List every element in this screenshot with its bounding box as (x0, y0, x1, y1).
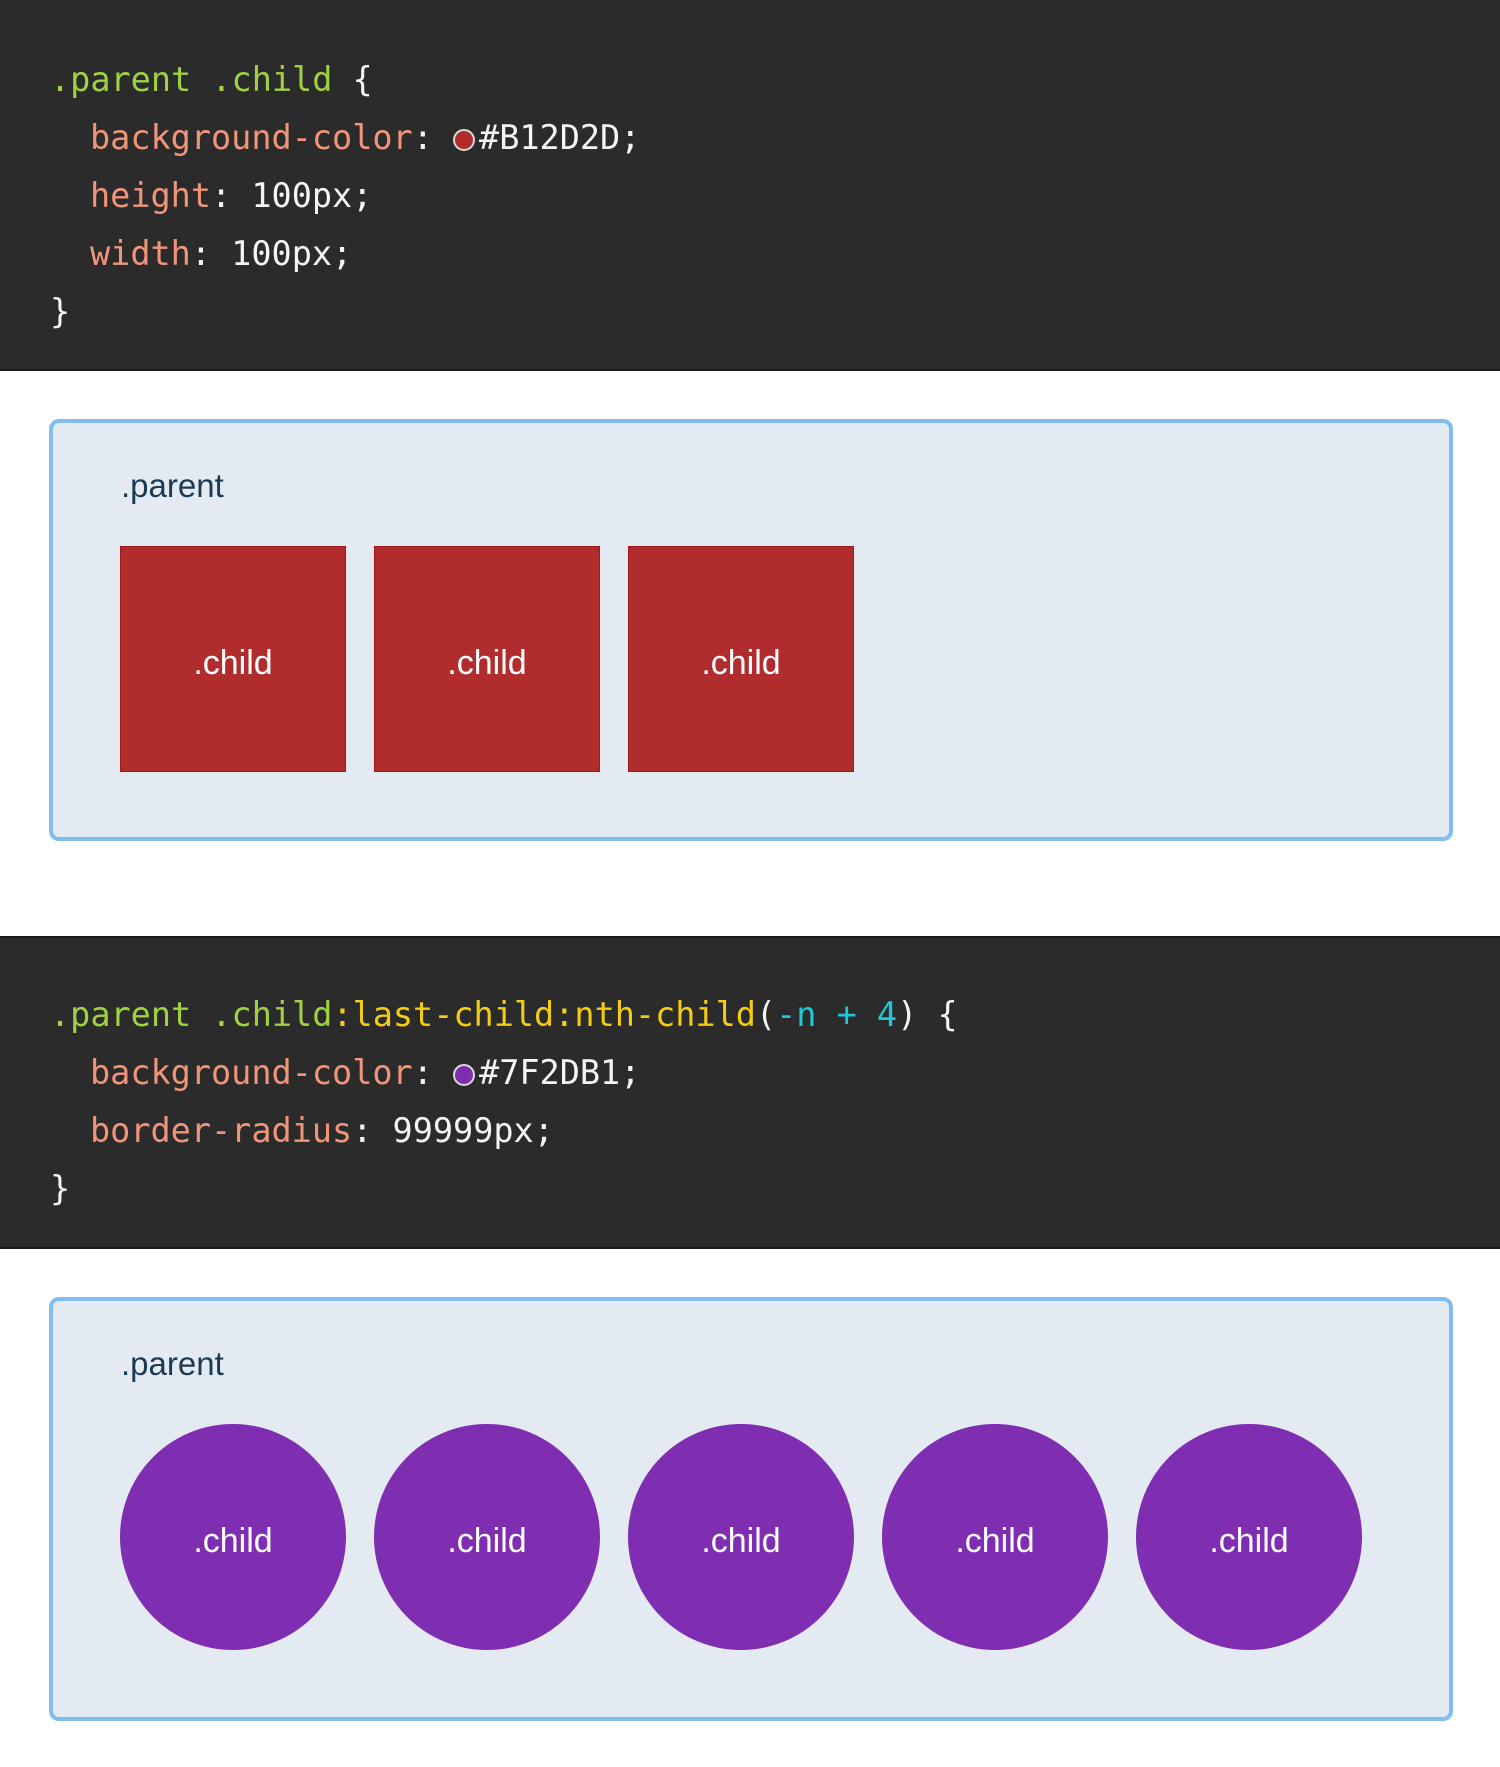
code-block-parent-child: .parent .child { background-color: #B12D… (0, 0, 1500, 371)
parent-demo-box-squares: .parent .child .child .child (49, 419, 1453, 841)
parent-demo-box-circles: .parent .child .child .child .child .chi… (49, 1297, 1453, 1721)
colon: : (211, 176, 232, 215)
selector-parent: .parent (50, 995, 192, 1034)
close-brace: } (50, 1169, 71, 1208)
child-circle: .child (1136, 1424, 1362, 1650)
property-name: background-color (90, 118, 413, 157)
open-paren: ( (755, 995, 777, 1034)
child-circle: .child (882, 1424, 1108, 1650)
children-row: .child .child .child (120, 546, 854, 772)
property-name: background-color (90, 1053, 413, 1092)
nth-argument: -n + 4 (776, 995, 898, 1034)
color-swatch-icon[interactable] (453, 1064, 476, 1086)
child-square: .child (120, 546, 346, 772)
code-line-height: height: 100px; (0, 167, 1500, 225)
code-line-width: width: 100px; (0, 225, 1500, 283)
code-line-selector: .parent .child { (0, 51, 1500, 109)
code-block-last-child-nth-child: .parent .child:last-child:nth-child(-n +… (0, 936, 1500, 1249)
property-value: 100px; (231, 176, 373, 215)
code-line-close: } (0, 1160, 1500, 1218)
code-line-selector: .parent .child:last-child:nth-child(-n +… (0, 986, 1500, 1044)
open-brace: { (937, 995, 958, 1034)
selector-child: .child (211, 995, 333, 1034)
code-line-close: } (0, 283, 1500, 341)
child-square: .child (628, 546, 854, 772)
colon: : (412, 118, 433, 157)
colon: : (352, 1111, 373, 1150)
open-brace: { (352, 60, 373, 99)
selector-parent: .parent (50, 60, 192, 99)
selector-pseudo-classes: :last-child:nth-child (332, 995, 756, 1034)
code-line-border-radius: border-radius: 99999px; (0, 1102, 1500, 1160)
property-value: 99999px; (372, 1111, 554, 1150)
property-name: border-radius (90, 1111, 353, 1150)
property-name: width (90, 234, 191, 273)
property-value: #B12D2D; (479, 118, 641, 157)
close-brace: } (50, 292, 71, 331)
child-square: .child (374, 546, 600, 772)
parent-label: .parent (121, 1345, 224, 1382)
child-circle: .child (120, 1424, 346, 1650)
close-paren: ) (897, 995, 918, 1034)
parent-label: .parent (121, 467, 224, 504)
color-swatch-icon[interactable] (453, 129, 476, 151)
colon: : (190, 234, 212, 273)
property-value: 100px; (211, 234, 353, 273)
child-circle: .child (628, 1424, 854, 1650)
child-circle: .child (374, 1424, 600, 1650)
colon: : (412, 1053, 433, 1092)
children-row: .child .child .child .child .child (120, 1424, 1362, 1650)
property-name: height (90, 176, 212, 215)
selector-child: .child (211, 60, 333, 99)
code-line-background-color: background-color: #7F2DB1; (0, 1044, 1500, 1102)
code-line-background-color: background-color: #B12D2D; (0, 109, 1500, 167)
property-value: #7F2DB1; (479, 1053, 641, 1092)
